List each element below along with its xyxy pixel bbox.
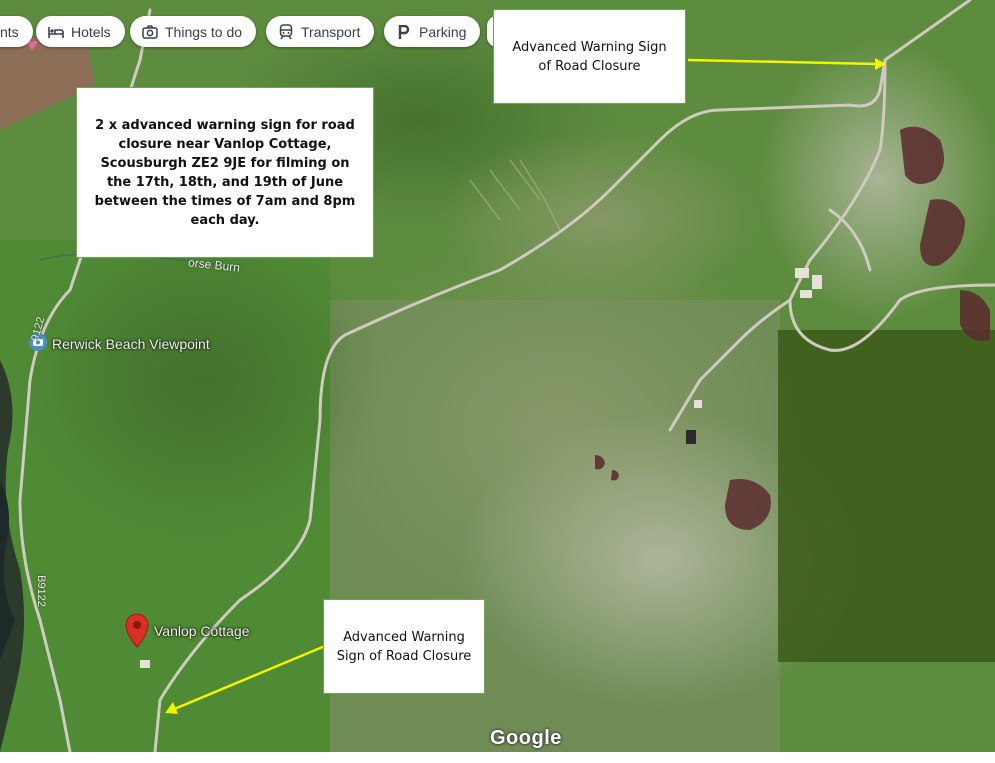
- parking-icon: [396, 24, 412, 40]
- note-road-closure-text: 2 x advanced warning sign for road closu…: [94, 117, 356, 228]
- note-sign-bottom-text: Advanced Warning Sign of Road Closure: [336, 629, 472, 664]
- chip-hotels-label: Hotels: [71, 23, 111, 40]
- bed-icon: [48, 24, 64, 40]
- chip-restaurants-label: nts: [0, 23, 19, 40]
- note-sign-top-text: Advanced Warning Sign of Road Closure: [512, 39, 667, 74]
- note-sign-top: Advanced Warning Sign of Road Closure: [493, 9, 686, 104]
- note-sign-bottom: Advanced Warning Sign of Road Closure: [323, 599, 485, 694]
- google-logo: Google: [490, 727, 562, 749]
- note-road-closure: 2 x advanced warning sign for road closu…: [76, 87, 374, 258]
- chip-transport-label: Transport: [301, 23, 361, 40]
- chip-transport[interactable]: Transport: [266, 16, 375, 47]
- chip-things-to-do[interactable]: Things to do: [130, 16, 257, 47]
- place-vanlop-cottage[interactable]: Vanlop Cottage: [154, 623, 249, 639]
- satellite-map[interactable]: nts Hotels Things to do Transport Parkin…: [0, 0, 995, 752]
- chip-parking[interactable]: Parking: [384, 16, 481, 47]
- road-label-b9122-lower: B9122: [34, 575, 47, 607]
- chip-restaurants[interactable]: nts: [0, 16, 33, 47]
- chip-things-to-do-label: Things to do: [165, 23, 243, 40]
- camera-icon: [142, 24, 158, 40]
- train-icon: [278, 23, 294, 40]
- chip-hotels[interactable]: Hotels: [36, 16, 125, 47]
- place-rerwick-beach-viewpoint[interactable]: Rerwick Beach Viewpoint: [52, 336, 210, 352]
- chip-parking-label: Parking: [419, 23, 467, 40]
